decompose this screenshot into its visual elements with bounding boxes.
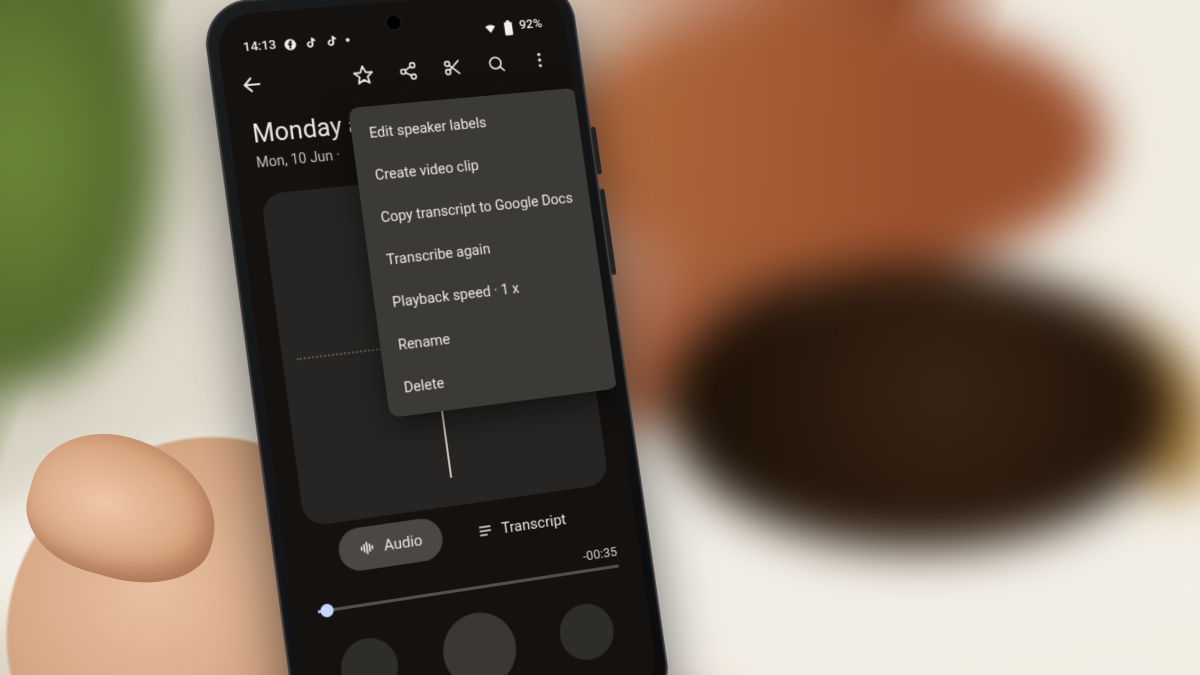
battery-percent: 92% (518, 17, 543, 33)
share-icon (397, 61, 419, 82)
tiktok-icon (324, 33, 340, 48)
phone: 14:13 (200, 0, 673, 675)
tab-transcript[interactable]: Transcript (455, 496, 588, 556)
tab-audio[interactable]: Audio (336, 516, 445, 573)
crop-button[interactable] (428, 45, 476, 91)
arrow-left-icon (240, 73, 265, 97)
forward-button[interactable] (556, 600, 617, 664)
more-notifications-icon (345, 37, 349, 41)
tiktok-icon (303, 35, 319, 50)
clock: 14:13 (242, 38, 277, 55)
scrubber-thumb[interactable] (320, 603, 335, 618)
star-icon (351, 64, 375, 87)
tab-transcript-label: Transcript (500, 510, 567, 537)
more-vert-icon (529, 50, 550, 71)
share-button[interactable] (384, 48, 432, 94)
back-button[interactable] (227, 61, 277, 108)
battery-icon (502, 19, 513, 33)
search-button[interactable] (472, 41, 520, 87)
overflow-button[interactable] (516, 37, 563, 82)
play-button[interactable] (438, 607, 521, 675)
wifi-icon (482, 21, 497, 35)
tab-audio-label: Audio (383, 531, 424, 555)
overflow-menu: Edit speaker labels Create video clip Co… (348, 88, 619, 418)
favorite-button[interactable] (339, 52, 388, 99)
time-remaining: -00:35 (582, 545, 618, 565)
search-icon (485, 53, 507, 74)
rewind-button[interactable] (338, 634, 402, 675)
facebook-icon (282, 37, 298, 52)
audio-wave-icon (358, 539, 376, 558)
transcript-icon (476, 522, 494, 540)
scissors-icon (442, 57, 464, 78)
